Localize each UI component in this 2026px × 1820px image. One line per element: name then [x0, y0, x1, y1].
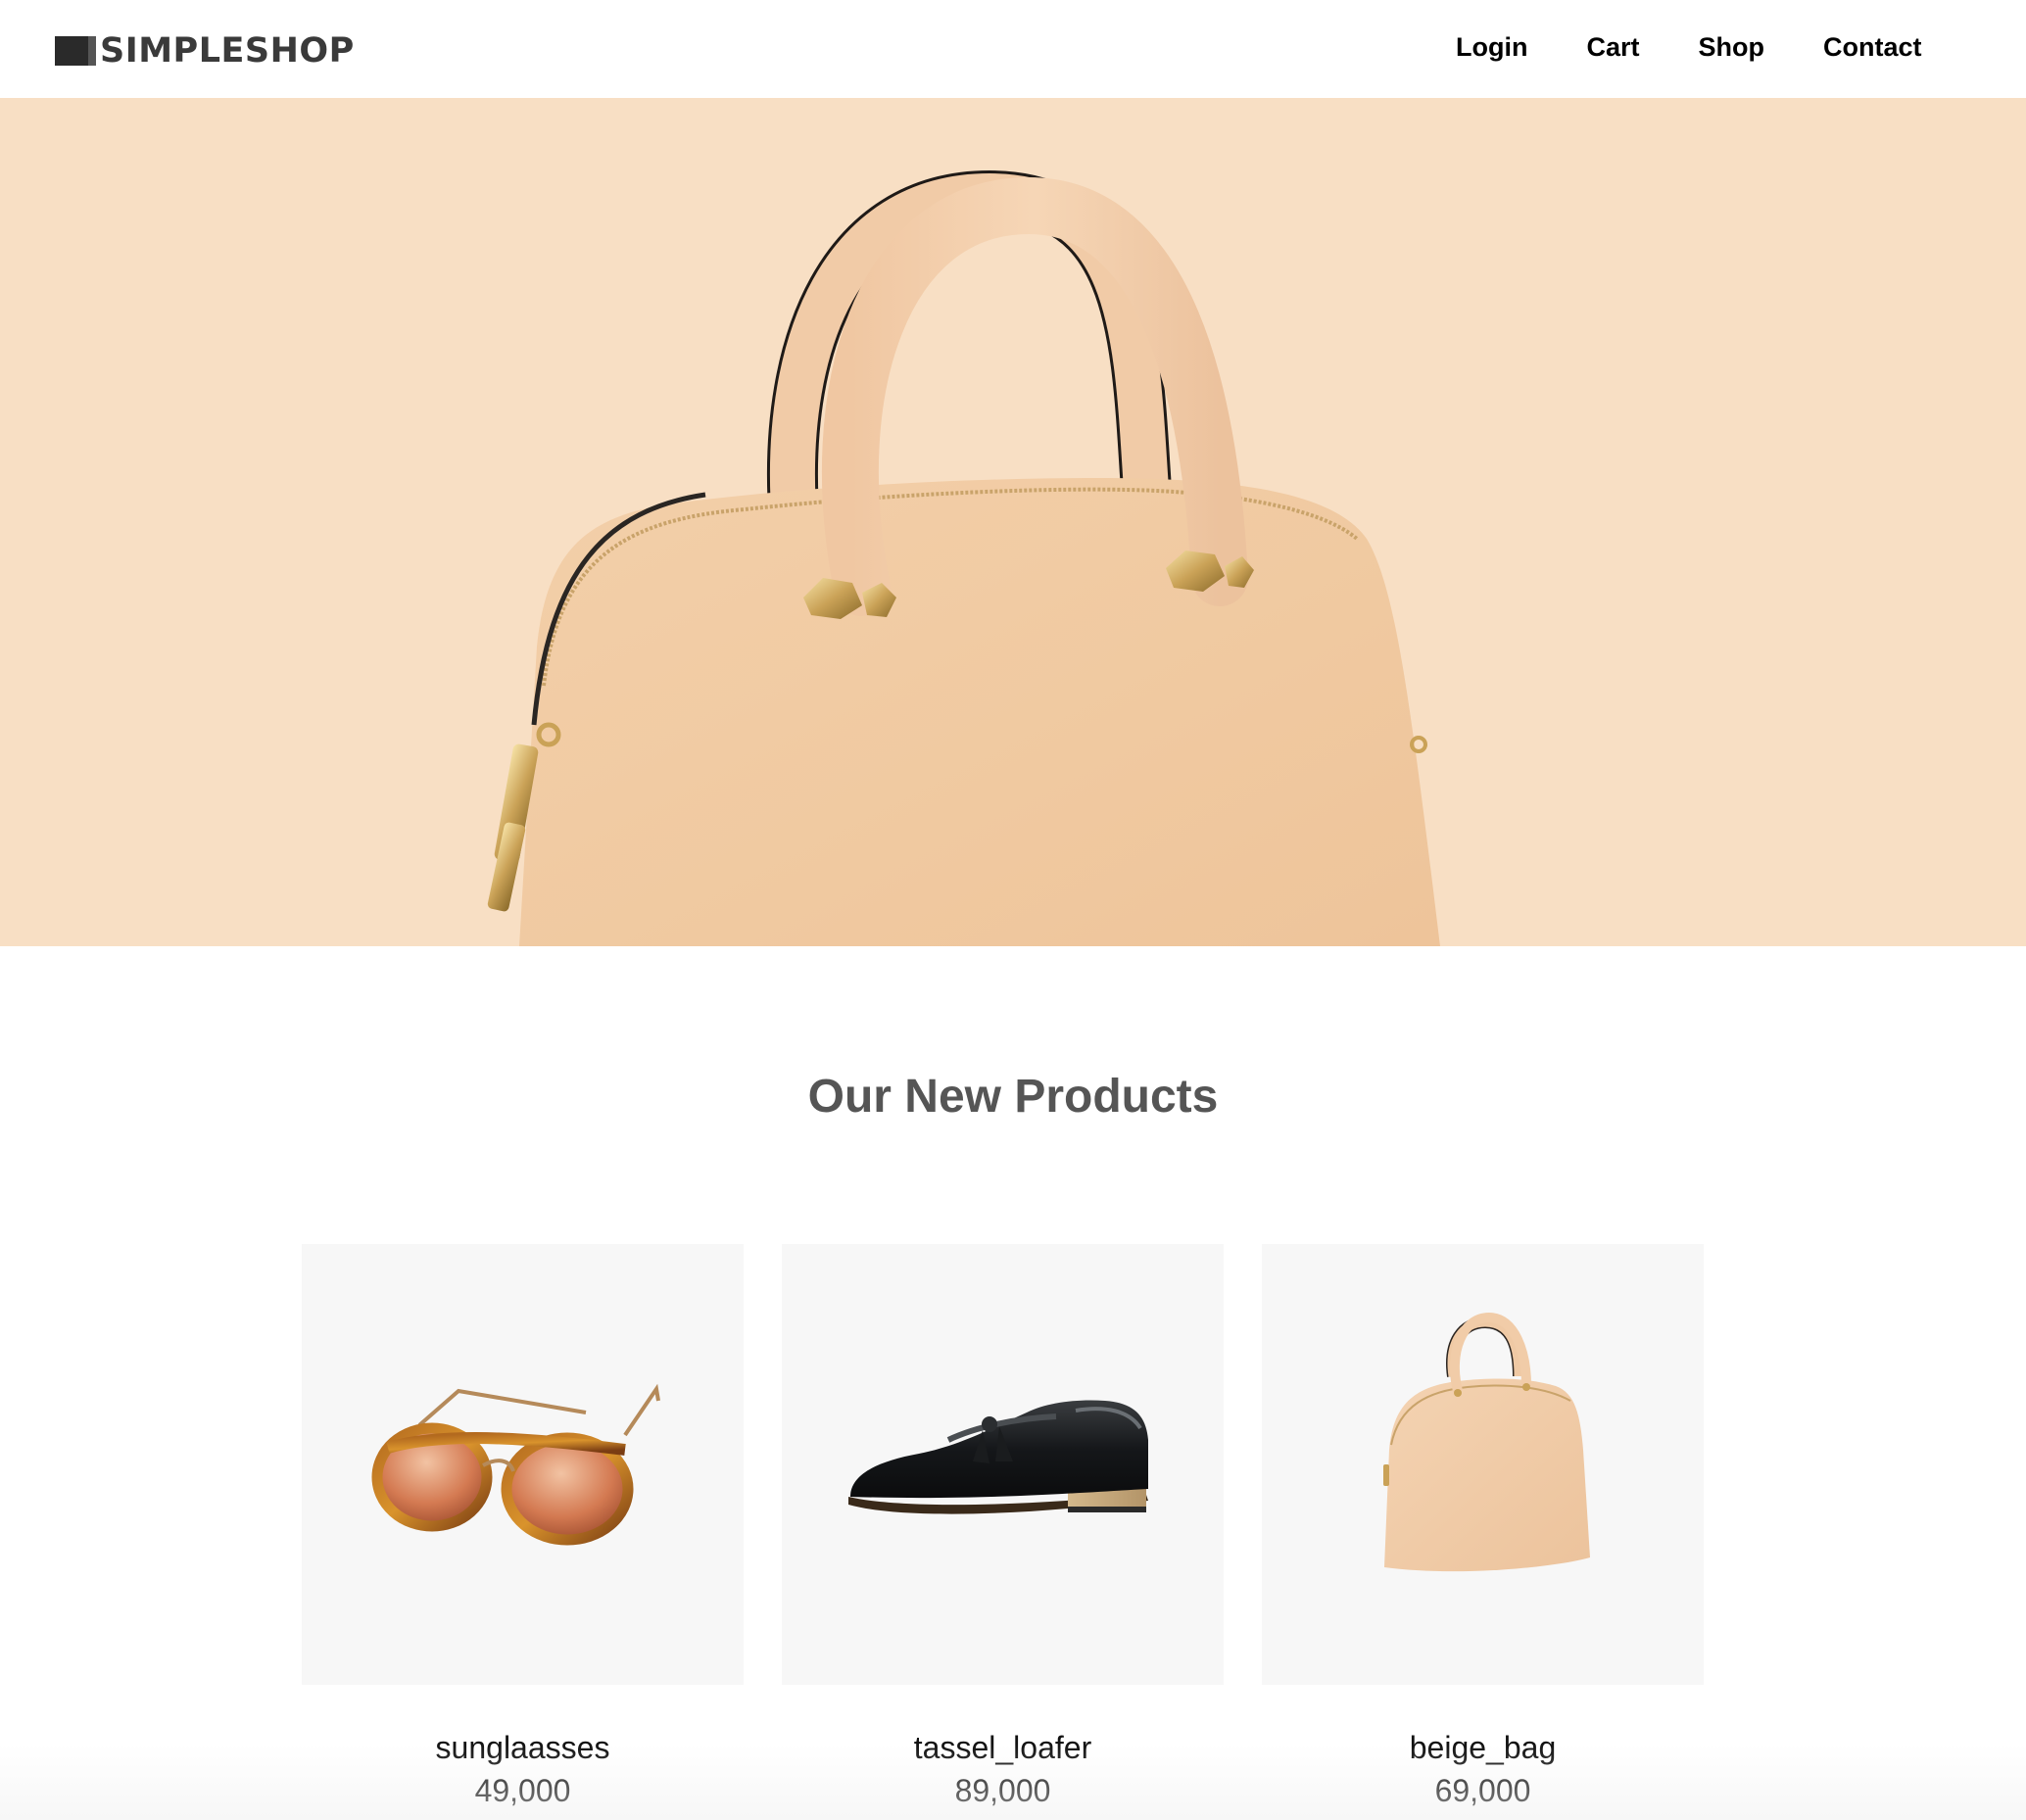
sunglasses-icon	[371, 1383, 660, 1546]
nav-cart[interactable]: Cart	[1586, 27, 1639, 67]
site-logo[interactable]: SIMPLESHOP	[55, 31, 355, 71]
nav-shop[interactable]: Shop	[1699, 27, 1765, 67]
product-card-beige-bag[interactable]: beige_bag 69,000	[1262, 1244, 1704, 1810]
nav-login[interactable]: Login	[1456, 27, 1527, 67]
site-header: SIMPLESHOP Login Cart Shop Contact	[0, 0, 2026, 98]
section-title: Our New Products	[807, 1071, 1219, 1123]
logo-mark-icon	[55, 36, 96, 66]
product-name[interactable]: tassel_loafer	[782, 1728, 1224, 1767]
main-nav: Login Cart Shop Contact	[1456, 27, 1922, 67]
product-image[interactable]	[302, 1244, 744, 1685]
logo-text: SIMPLESHOP	[100, 31, 355, 71]
product-name[interactable]: beige_bag	[1262, 1728, 1704, 1767]
hero-banner	[0, 98, 2026, 946]
product-image[interactable]	[1262, 1244, 1704, 1685]
loafer-shoe-icon	[848, 1400, 1148, 1514]
product-image[interactable]	[782, 1244, 1224, 1685]
product-name[interactable]: sunglaasses	[302, 1728, 744, 1767]
product-price: 49,000	[474, 1773, 571, 1808]
handbag-icon	[1383, 1312, 1590, 1572]
nav-contact[interactable]: Contact	[1823, 27, 1922, 67]
hero-handbag-image	[487, 169, 1440, 946]
product-price: 89,000	[954, 1773, 1051, 1808]
product-card-tassel-loafer[interactable]: tassel_loafer 89,000	[782, 1244, 1224, 1810]
product-card-sunglasses[interactable]: sunglaasses 49,000	[302, 1244, 744, 1810]
product-price: 69,000	[1434, 1773, 1531, 1808]
